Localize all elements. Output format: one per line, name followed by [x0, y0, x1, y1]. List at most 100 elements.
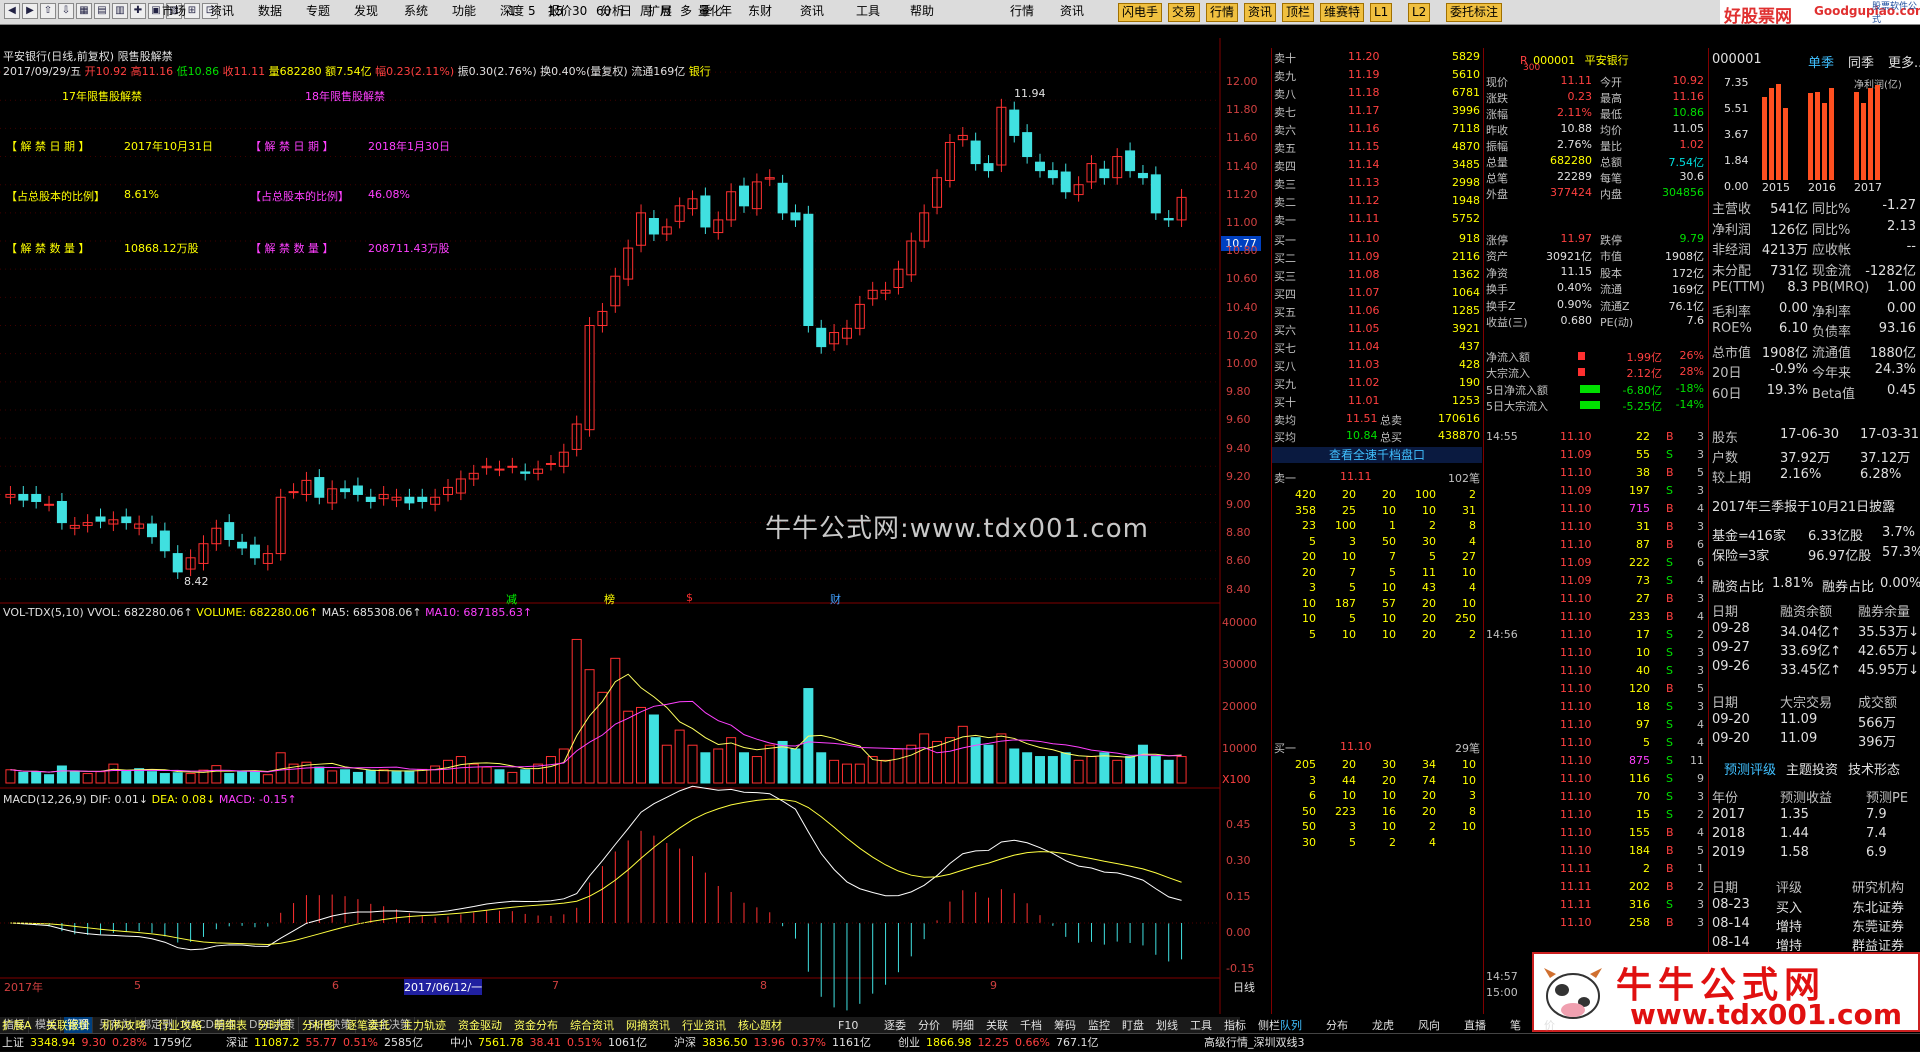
menu-item[interactable]: 工具 [856, 3, 880, 20]
period-button[interactable]: 周 [640, 3, 652, 20]
event-marker[interactable]: 减 [506, 591, 517, 607]
f10-tab-2[interactable]: 主题投资 [1786, 759, 1838, 778]
full-depth-link[interactable]: 查看全速千档盘口 [1272, 447, 1482, 463]
toolbar-tool-icon[interactable]: ⇧ [40, 3, 56, 19]
toolbar-button[interactable]: 顶栏 [1282, 3, 1315, 22]
event-marker[interactable]: $ [686, 591, 693, 604]
extension-tab[interactable]: 综合资讯 [570, 1017, 614, 1035]
table-header: 日期 [1712, 881, 1739, 896]
menu-item[interactable]: 功能 [452, 3, 476, 20]
period-button[interactable]: 30 [572, 3, 587, 20]
side-tab[interactable]: 划线 [1156, 1017, 1178, 1035]
extension-tab[interactable]: 分析图 [302, 1017, 335, 1035]
menu-item[interactable]: 数据 [258, 3, 282, 20]
extension-tab[interactable]: 机构攻略 [102, 1017, 146, 1035]
toolbar-tool-icon[interactable]: ⇩ [58, 3, 74, 19]
extension-tab[interactable]: 核心题材 [738, 1017, 782, 1035]
menu-item[interactable]: 东财 [748, 3, 772, 20]
index-2[interactable]: 中小 7561.78 38.41 0.51% 1061亿 [450, 1034, 653, 1052]
f10-tab[interactable]: 单季 [1808, 52, 1834, 71]
side-tab-2[interactable]: 队列 [1280, 1017, 1302, 1035]
menu-item[interactable]: 市场 [162, 3, 186, 20]
extension-tab[interactable]: 扩展A [2, 1017, 32, 1035]
period-button[interactable]: 多 [680, 3, 692, 20]
toolbar-button[interactable]: 资讯 [1244, 3, 1277, 22]
toolbar-tool-icon[interactable]: ⊞ [184, 3, 200, 19]
period-button[interactable]: 5 [528, 3, 536, 20]
toolbar-button[interactable]: 行情 [1206, 3, 1239, 22]
extension-tab[interactable]: 明细表 [214, 1017, 247, 1035]
extension-tab[interactable]: 网摘资讯 [626, 1017, 670, 1035]
side-tab[interactable]: 分价 [918, 1017, 940, 1035]
f10-tab-2[interactable]: 技术形态 [1848, 759, 1900, 778]
side-tab-2[interactable]: 笔 [1510, 1017, 1521, 1035]
f10-tab[interactable]: 更多.. [1888, 52, 1920, 71]
period-button[interactable]: 15 [548, 3, 563, 20]
toolbar-button[interactable]: 委托标注 [1446, 3, 1503, 22]
extension-tab[interactable]: 关联报价 [46, 1017, 90, 1035]
side-tab[interactable]: 监控 [1088, 1017, 1110, 1035]
extension-tab[interactable]: 逐笔委托 [346, 1017, 390, 1035]
f10-tab-2[interactable]: 预测评级 [1724, 759, 1776, 778]
side-tab-2[interactable]: 价 [1544, 1017, 1555, 1035]
toolbar-button[interactable]: 交易 [1168, 3, 1201, 22]
toolbar-button[interactable]: 维赛特 [1320, 3, 1365, 22]
index-1[interactable]: 深证 11087.2 55.77 0.51% 2585亿 [226, 1034, 429, 1052]
side-tab[interactable]: 筹码 [1054, 1017, 1076, 1035]
side-tab[interactable]: 逐委 [884, 1017, 906, 1035]
index-c: 9.30 [81, 1036, 107, 1049]
extension-tab[interactable]: 分时图 [258, 1017, 291, 1035]
toolbar-tool-icon[interactable]: ▶ [22, 3, 38, 19]
period-button[interactable]: 月 [660, 3, 672, 20]
side-tab-2[interactable]: 分布 [1326, 1017, 1348, 1035]
toolbar-tool-icon[interactable]: ▥ [112, 3, 128, 19]
extension-tab[interactable]: 行业资讯 [682, 1017, 726, 1035]
index-4[interactable]: 创业 1866.98 12.25 0.66% 767.1亿 [898, 1034, 1104, 1052]
toolbar-button[interactable]: L2 [1408, 3, 1431, 22]
side-tab[interactable]: F10 [838, 1017, 858, 1035]
menu-item[interactable]: 发现 [354, 3, 378, 20]
side-tab-2[interactable]: 直播 [1464, 1017, 1486, 1035]
toolbar-tool-icon[interactable]: ✚ [130, 3, 146, 19]
side-tab[interactable]: 指标 [1224, 1017, 1246, 1035]
extension-tab[interactable]: 资金分布 [514, 1017, 558, 1035]
tick-side: B [1666, 592, 1674, 605]
event-marker[interactable]: 榜 [604, 591, 615, 607]
side-tab[interactable]: 盯盘 [1122, 1017, 1144, 1035]
menu-item[interactable]: 资讯 [800, 3, 824, 20]
toolbar-tool-icon[interactable]: ▤ [94, 3, 110, 19]
extension-tab[interactable]: 行业攻略 [158, 1017, 202, 1035]
menu-item[interactable]: 专题 [306, 3, 330, 20]
period-button[interactable]: 1 [508, 3, 516, 20]
side-tab[interactable]: 千档 [1020, 1017, 1042, 1035]
toolbar-button[interactable]: L1 [1370, 3, 1393, 22]
right-menu-item[interactable]: 行情 [1010, 3, 1034, 20]
ask-label: 卖四 [1274, 160, 1296, 173]
period-button[interactable]: 季 [700, 3, 712, 20]
extension-tab[interactable]: 资金驱动 [458, 1017, 502, 1035]
period-button[interactable]: 日 [620, 3, 632, 20]
ask-volume: 3996 [1452, 104, 1480, 117]
toolbar-tool-icon[interactable]: ▦ [76, 3, 92, 19]
fin-value: 19.3% [1766, 382, 1808, 398]
event-marker[interactable]: 财 [830, 591, 841, 607]
menu-item[interactable]: 资讯 [210, 3, 234, 20]
index-n: 上证 [2, 1036, 24, 1049]
period-button[interactable]: 60 [596, 3, 611, 20]
side-tab[interactable]: 侧栏 [1258, 1017, 1280, 1035]
side-tab[interactable]: 明细 [952, 1017, 974, 1035]
extension-tab[interactable]: 主力轨迹 [402, 1017, 446, 1035]
side-tab[interactable]: 关联 [986, 1017, 1008, 1035]
period-button[interactable]: 年 [720, 3, 732, 20]
index-0[interactable]: 上证 3348.94 9.30 0.28% 1759亿 [2, 1034, 198, 1052]
side-tab[interactable]: 工具 [1190, 1017, 1212, 1035]
menu-item[interactable]: 帮助 [910, 3, 934, 20]
side-tab-2[interactable]: 龙虎 [1372, 1017, 1394, 1035]
side-tab-2[interactable]: 风向 [1418, 1017, 1440, 1035]
toolbar-tool-icon[interactable]: ◀ [4, 3, 20, 19]
index-3[interactable]: 沪深 3836.50 13.96 0.37% 1161亿 [674, 1034, 877, 1052]
f10-tab[interactable]: 同季 [1848, 52, 1874, 71]
toolbar-button[interactable]: 闪电手 [1118, 3, 1163, 22]
menu-item[interactable]: 系统 [404, 3, 428, 20]
right-menu-item[interactable]: 资讯 [1060, 3, 1084, 20]
